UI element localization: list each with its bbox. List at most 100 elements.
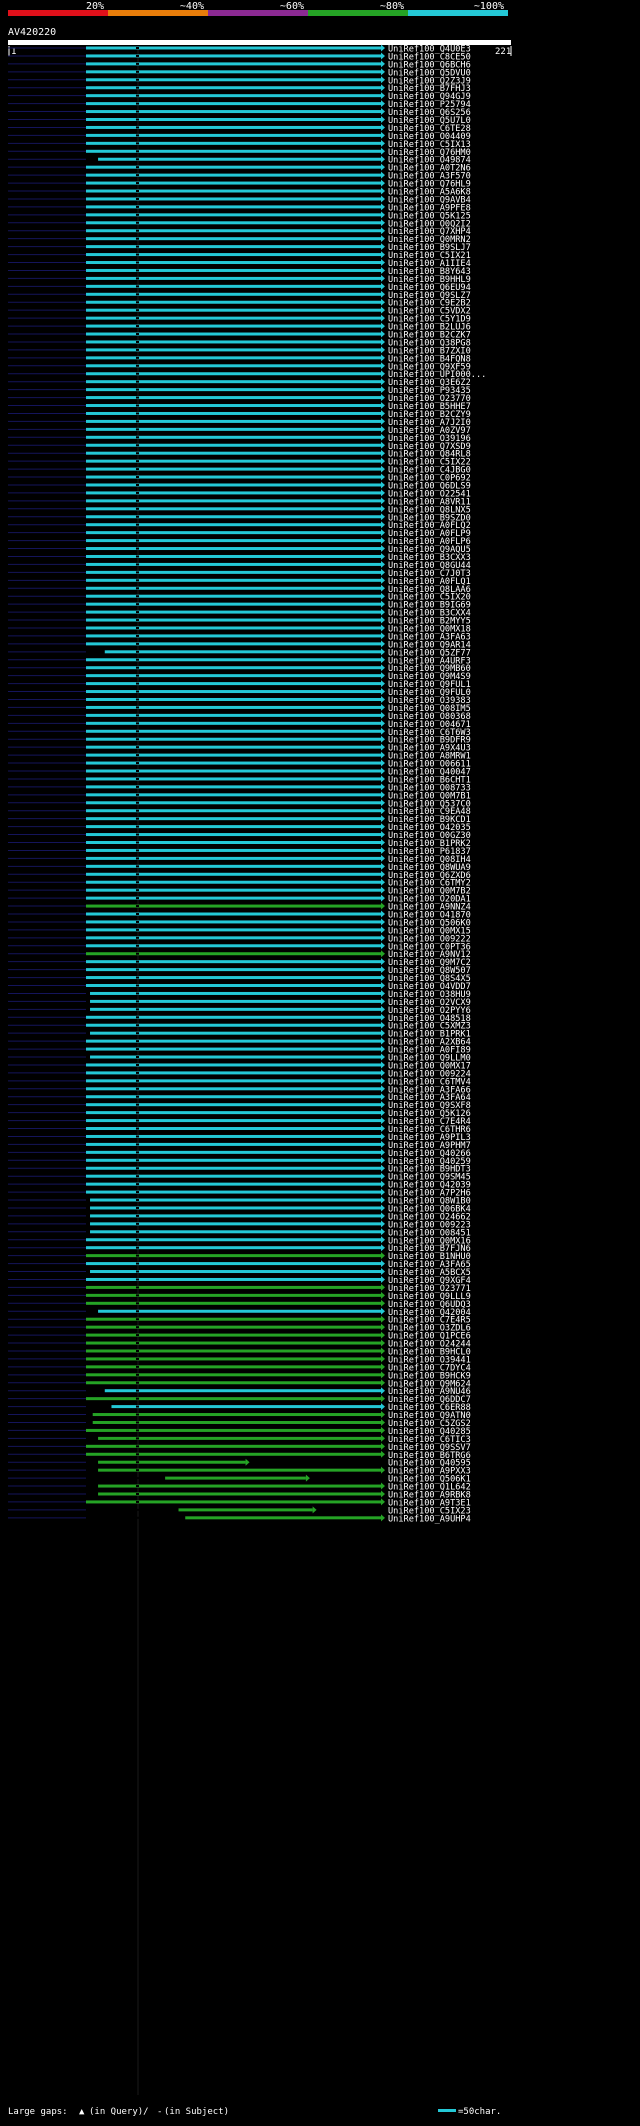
- alignment-bar: [86, 1317, 381, 1321]
- alignment-arrow: [381, 1268, 385, 1276]
- alignment-bar: [86, 1444, 381, 1448]
- alignment-bar: [86, 586, 381, 590]
- alignment-bar: [86, 1428, 381, 1432]
- gap-marker: [136, 158, 139, 161]
- alignment-bar: [98, 157, 382, 161]
- alignment-arrow: [381, 1387, 385, 1395]
- gap-marker: [136, 221, 139, 224]
- alignment-arrow: [381, 330, 385, 338]
- gap-marker: [136, 1016, 139, 1019]
- alignment-bar: [86, 1373, 381, 1377]
- alignment-arrow: [381, 1069, 385, 1077]
- alignment-bar: [86, 841, 381, 844]
- alignment-arrow: [381, 465, 385, 473]
- alignment-arrow: [381, 441, 385, 449]
- alignment-arrow: [381, 433, 385, 441]
- alignment-bar: [86, 149, 381, 153]
- alignment-bar: [92, 1420, 382, 1424]
- alignment-arrow: [381, 870, 385, 878]
- alignment-bar: [90, 991, 381, 995]
- alignment-arrow: [381, 92, 385, 100]
- alignment-arrow: [381, 219, 385, 227]
- legend-scale-label: =50char.: [458, 2107, 501, 2117]
- gap-marker: [136, 476, 139, 479]
- alignment-arrow: [381, 1283, 385, 1291]
- gap-marker: [136, 1342, 139, 1345]
- gap-marker: [136, 1063, 139, 1066]
- gap-marker: [136, 452, 139, 455]
- alignment-bar: [98, 1436, 382, 1440]
- gap-marker: [136, 1381, 139, 1384]
- gap-marker: [136, 444, 139, 447]
- alignment-bar: [165, 1476, 306, 1480]
- alignment-arrow: [381, 1482, 385, 1490]
- alignment-arrow: [381, 862, 385, 870]
- gap-marker: [136, 769, 139, 772]
- alignment-bar: [86, 547, 381, 551]
- alignment-bar: [86, 372, 381, 376]
- alignment-bar: [86, 658, 381, 662]
- gap-marker: [136, 1461, 139, 1464]
- alignment-arrow: [381, 1331, 385, 1339]
- alignment-arrow: [381, 1109, 385, 1117]
- gap-marker: [136, 1485, 139, 1488]
- gap-marker: [136, 968, 139, 971]
- alignment-bar: [98, 1484, 382, 1488]
- alignment-bar: [86, 1166, 381, 1170]
- gap-marker: [136, 913, 139, 916]
- gap-marker: [136, 333, 139, 336]
- gap-marker: [136, 1199, 139, 1202]
- alignment-bar: [86, 197, 381, 201]
- alignment-arrow: [381, 1434, 385, 1442]
- alignment-arrow: [381, 545, 385, 553]
- gap-marker: [136, 1079, 139, 1082]
- gap-marker: [136, 150, 139, 153]
- gap-marker: [136, 1262, 139, 1265]
- alignment-arrow: [381, 664, 385, 672]
- alignment-arrow: [381, 243, 385, 251]
- alignment-arrow: [381, 123, 385, 131]
- gap-marker: [136, 142, 139, 145]
- alignment-bar: [86, 920, 381, 924]
- alignment-arrow: [381, 823, 385, 831]
- alignment-arrow: [381, 807, 385, 815]
- alignment-bar: [86, 753, 381, 757]
- alignment-bar: [86, 292, 381, 296]
- gap-marker: [136, 1032, 139, 1035]
- alignment-bar: [86, 1023, 381, 1027]
- subject-gap-glyph: -: [157, 2107, 162, 2117]
- gap-marker: [136, 897, 139, 900]
- alignment-arrow: [381, 1291, 385, 1299]
- alignment-arrow: [381, 108, 385, 116]
- alignment-rows: UniRef100_Q4U0E3UniRef100_C8CE50UniRef10…: [8, 44, 486, 2095]
- row-label[interactable]: UniRef100_A9UHP4: [388, 1514, 471, 1524]
- alignment-arrow: [381, 1252, 385, 1260]
- alignment-arrow: [245, 1458, 250, 1466]
- alignment-arrow: [381, 1156, 385, 1164]
- gap-marker: [136, 70, 139, 73]
- alignment-arrow: [381, 854, 385, 862]
- alignment-arrow: [381, 894, 385, 902]
- alignment-bar: [86, 1063, 381, 1067]
- alignment-bar: [86, 300, 381, 304]
- gap-marker: [136, 976, 139, 979]
- alignment-arrow: [381, 1236, 385, 1244]
- alignment-arrow: [381, 552, 385, 560]
- gap-marker: [136, 102, 139, 105]
- alignment-bar: [86, 276, 381, 280]
- alignment-arrow: [381, 322, 385, 330]
- alignment-arrow: [381, 1466, 385, 1474]
- gap-marker: [136, 126, 139, 129]
- alignment-bar: [86, 531, 381, 535]
- alignment-bar: [86, 46, 381, 50]
- alignment-bar: [86, 674, 381, 678]
- gap-marker: [136, 301, 139, 304]
- alignment-arrow: [381, 505, 385, 513]
- alignment-bar: [86, 562, 381, 566]
- alignment-bar: [86, 54, 381, 58]
- alignment-arrow: [381, 314, 385, 322]
- alignment-bar: [86, 499, 381, 503]
- gap-marker: [136, 523, 139, 526]
- alignment-arrow: [381, 1347, 385, 1355]
- alignment-arrow: [381, 346, 385, 354]
